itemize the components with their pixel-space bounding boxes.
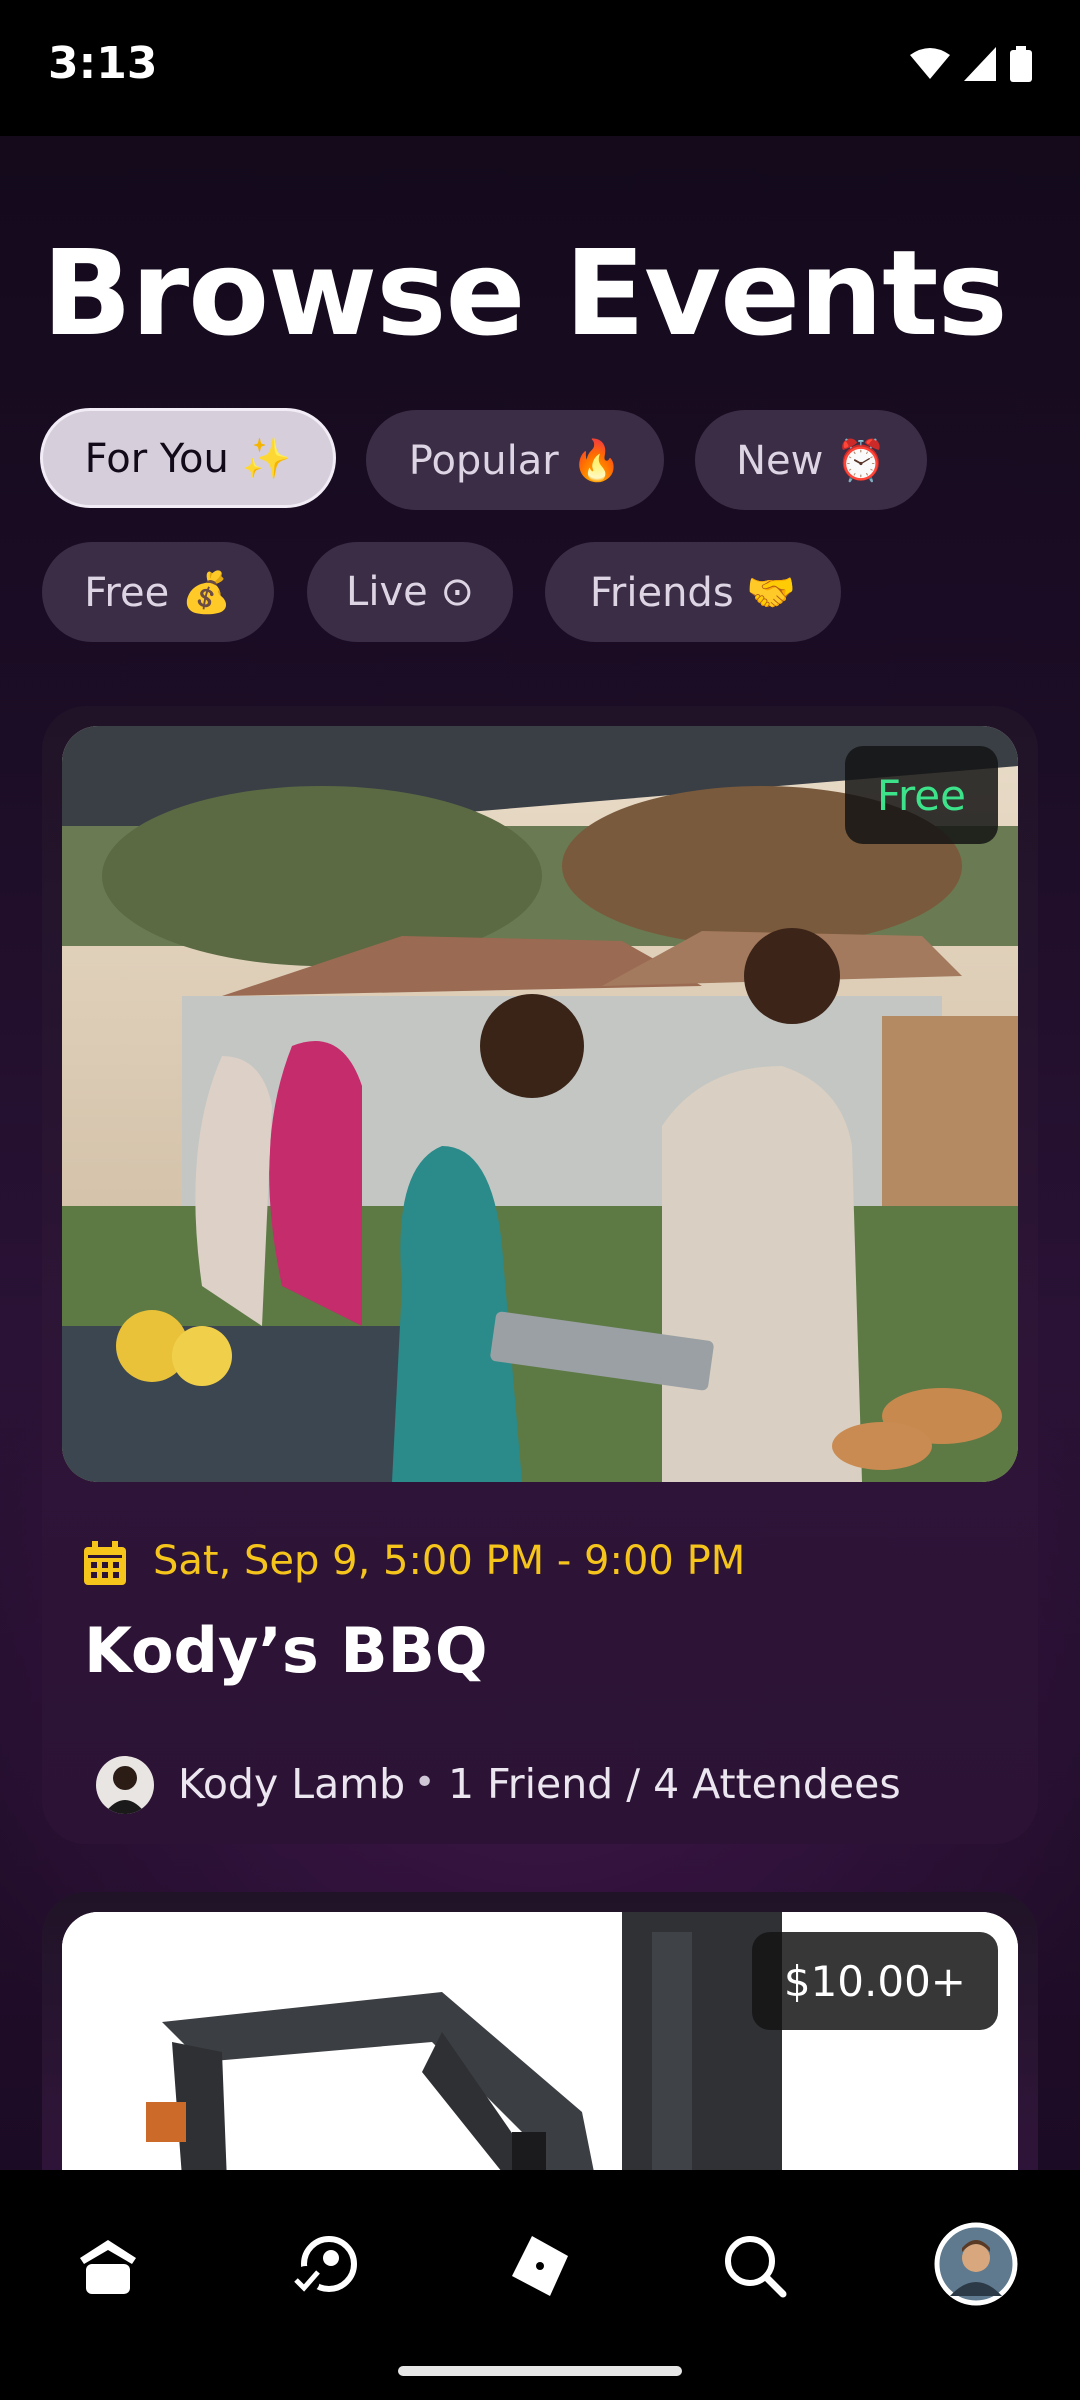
filter-chip-for-you[interactable]: For You ✨	[40, 408, 336, 508]
friends-icon	[292, 2236, 357, 2294]
event-card[interactable]: $10.00+	[42, 1892, 1038, 2170]
avatar	[96, 1756, 154, 1814]
browse-screen: Browse Events For You ✨ Popular 🔥 New ⏰ …	[0, 136, 1080, 2170]
event-card[interactable]: Free Sat, Sep 9, 5:00 PM - 9:00 PM Kody’…	[42, 706, 1038, 1844]
nav-search[interactable]	[705, 2216, 805, 2316]
filter-chip-friends[interactable]: Friends 🤝	[545, 542, 841, 642]
price-badge: Free	[844, 746, 998, 844]
wifi-icon	[910, 48, 950, 79]
profile-avatar	[934, 2222, 1018, 2306]
filter-chip-popular[interactable]: Popular 🔥	[366, 410, 664, 510]
event-image: $10.00+	[62, 1912, 1018, 2170]
price-label: Free	[876, 770, 966, 820]
filter-chip-live[interactable]: Live ⊙	[307, 542, 513, 642]
nav-friends[interactable]	[274, 2216, 374, 2316]
search-icon	[725, 2236, 787, 2298]
status-time: 3:13	[48, 38, 158, 89]
calendar-icon	[84, 1541, 126, 1585]
bottom-nav	[0, 2170, 1080, 2400]
home-indicator	[398, 2366, 682, 2376]
event-title: Kody’s BBQ	[84, 1614, 488, 1687]
home-icon	[80, 2240, 136, 2294]
cell-signal-icon	[964, 47, 996, 81]
filter-chip-new[interactable]: New ⏰	[695, 410, 927, 510]
page-title: Browse Events	[42, 224, 1008, 362]
filter-chip-free[interactable]: Free 💰	[42, 542, 274, 642]
meta-separator: •	[414, 1762, 436, 1803]
status-icons	[910, 46, 1032, 82]
tickets-icon	[512, 2236, 568, 2296]
attendance-count: 1 Friend / 4 Attendees	[448, 1760, 901, 1808]
battery-icon	[1010, 46, 1032, 82]
event-date: Sat, Sep 9, 5:00 PM - 9:00 PM	[153, 1538, 746, 1584]
nav-tickets[interactable]	[490, 2216, 590, 2316]
host-name: Kody Lamb	[178, 1760, 406, 1808]
event-image: Free	[62, 726, 1018, 1482]
price-label: $10.00+	[783, 1956, 966, 2006]
nav-profile[interactable]	[924, 2212, 1028, 2316]
nav-home[interactable]	[58, 2216, 158, 2316]
price-badge: $10.00+	[751, 1932, 998, 2030]
status-bar: 3:13	[0, 0, 1080, 136]
